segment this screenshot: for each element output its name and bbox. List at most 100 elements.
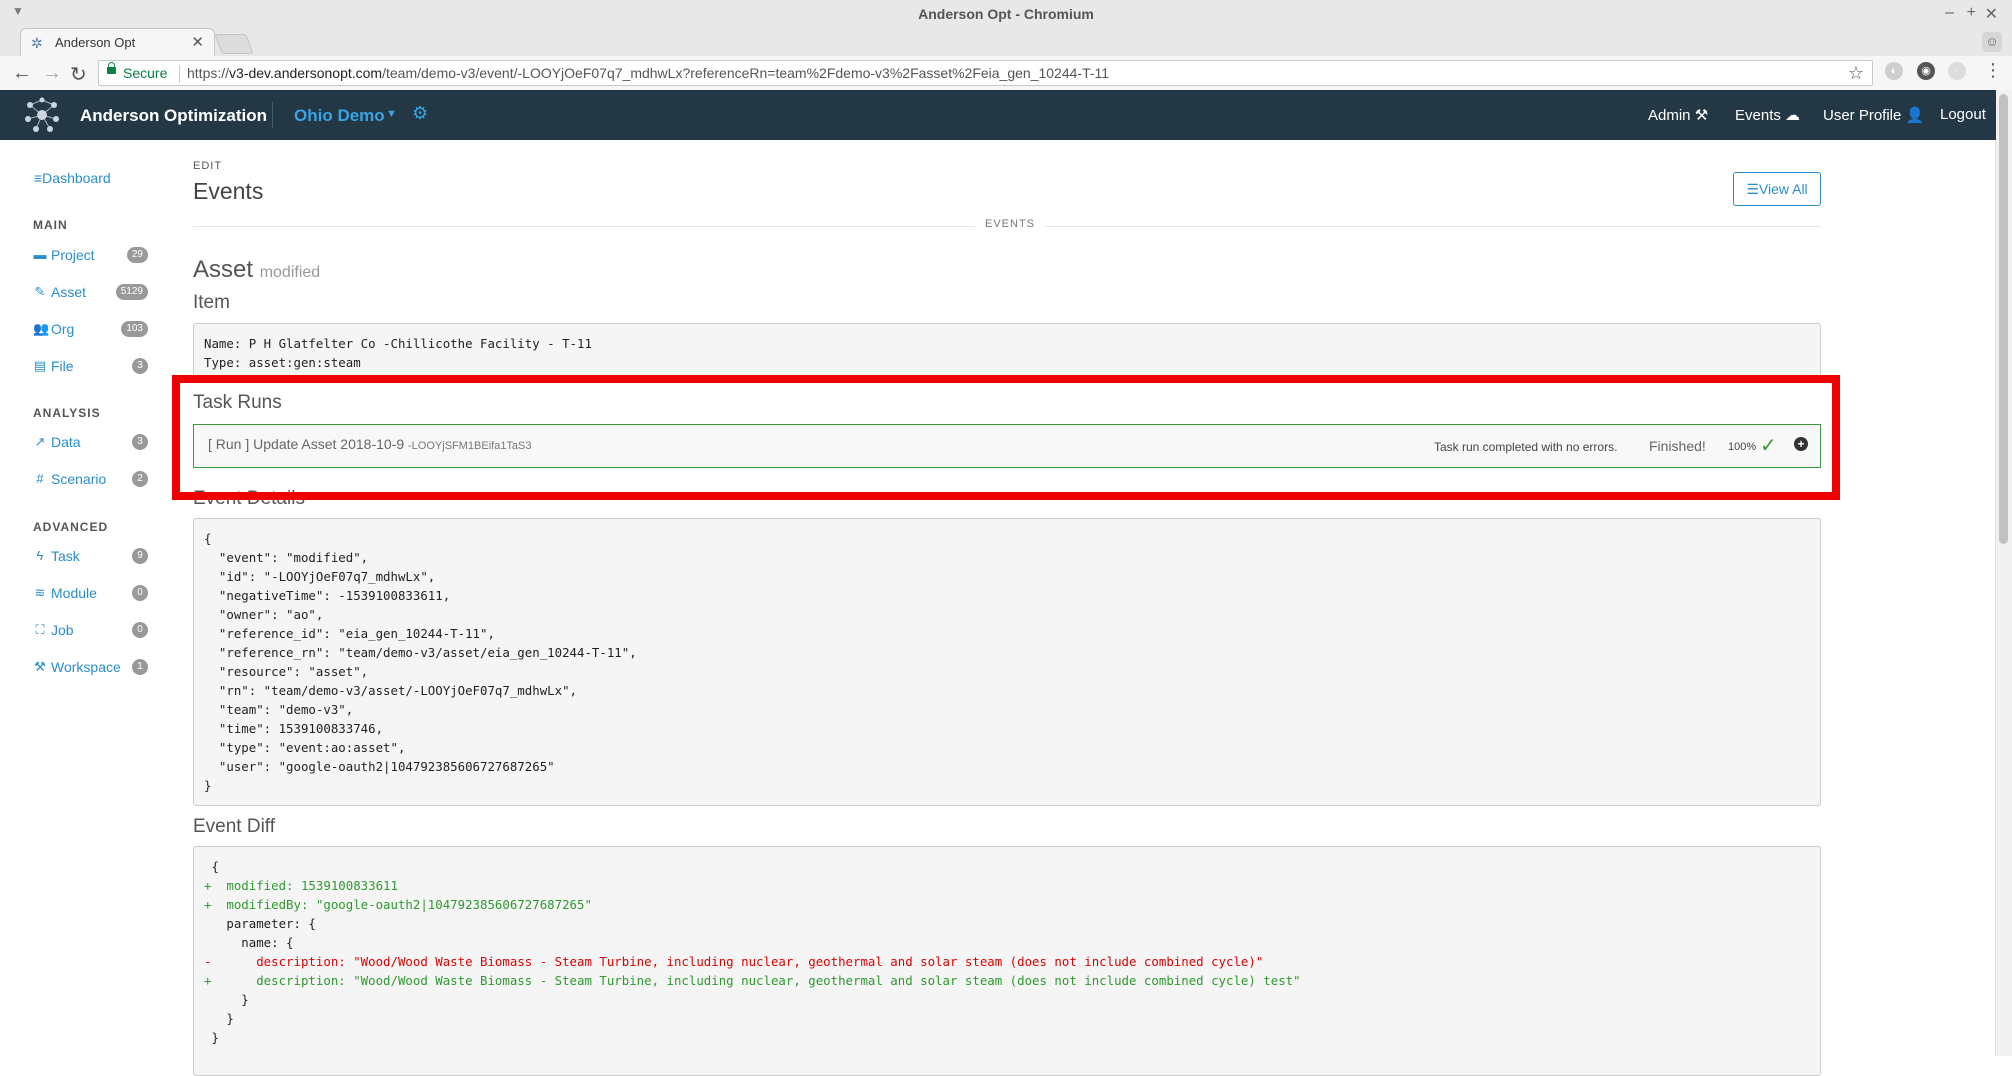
sidebar-item-org[interactable]: 👥 Org 103 [33,320,148,340]
cloud-icon: ☁ [1785,107,1801,124]
sidebar-item-asset[interactable]: ✎ Asset 5129 [33,283,148,303]
nav-events[interactable]: Events ☁ [1735,106,1800,124]
item-line: Type: asset:gen:steam [204,355,361,370]
extension-ublock-icon[interactable]: ◉ [1917,62,1935,80]
grid-icon: # [36,471,44,486]
bookmark-star-icon[interactable]: ☆ [1848,63,1864,84]
sidebar-item-label: Job [51,622,74,638]
json-line: "rn": "team/demo-v3/asset/-LOOYjOeF07q7_… [204,683,577,698]
nav-logout[interactable]: Logout [1940,106,1986,123]
forward-icon[interactable]: → [42,62,62,85]
count-badge: 0 [132,585,148,601]
diff-line: } [204,992,249,1007]
extension-shield-icon[interactable]: ◐ [1885,62,1903,80]
sidebar-item-module[interactable]: ≋ Module 0 [33,584,148,604]
edit-label: EDIT [193,160,223,172]
url-text[interactable]: https://v3-dev.andersonopt.com/team/demo… [187,65,1109,81]
list-icon: ☰ [1746,181,1759,197]
nav-user-profile[interactable]: User Profile 👤 [1823,106,1924,124]
json-line: "owner": "ao", [204,607,324,622]
item-box: Name: P H Glatfelter Co -Chillicothe Fac… [193,323,1821,379]
browser-profile-icon[interactable]: ☺ [1982,32,2002,52]
json-line: } [204,778,212,793]
scrollbar-thumb[interactable] [1999,94,2008,544]
gear-icon[interactable]: ⚙ [412,103,428,124]
sidebar-item-data[interactable]: ↗ Data 3 [33,433,148,453]
event-details-box: { "event": "modified", "id": "-LOOYjOeF0… [193,518,1821,806]
json-line: "event": "modified", [204,550,369,565]
nav-admin-label: Admin [1648,107,1691,124]
nav-admin[interactable]: Admin ⚒ [1648,106,1708,124]
browser-menu-icon[interactable]: ⋮ [1984,60,2002,81]
count-badge: 1 [132,659,148,675]
url-host: v3-dev.andersonopt.com [229,65,383,81]
json-line: "team": "demo-v3", [204,702,354,717]
window-titlebar: ▼ Anderson Opt - Chromium – + ✕ [0,0,2012,29]
address-bar[interactable]: Secure https://v3-dev.andersonopt.com/te… [98,60,1873,86]
json-line: "negativeTime": -1539100833611, [204,588,451,603]
sidebar-item-label: Module [51,585,97,601]
sidebar-item-job[interactable]: ⛶ Job 0 [33,621,148,641]
maximize-icon[interactable]: + [1967,4,1976,22]
view-all-button[interactable]: ☰View All [1733,172,1821,206]
diff-line-added: + modified: 1539100833611 [204,878,398,893]
sidebar-item-scenario[interactable]: # Scenario 2 [33,470,148,490]
count-badge: 9 [132,548,148,564]
browser-toolbar: ← → ↻ Secure https://v3-dev.andersonopt.… [0,56,2012,91]
diff-line: } [204,1011,234,1026]
sidebar-item-label: File [51,358,74,374]
event-diff-box: { + modified: 1539100833611 + modifiedBy… [193,846,1821,1076]
diff-line: name: { [204,935,294,950]
extension-generic-icon[interactable]: · [1948,62,1966,80]
reload-icon[interactable]: ↻ [70,62,87,87]
new-tab-button[interactable] [214,34,254,54]
tab-strip: ✲ Anderson Opt ✕ ☺ [0,28,2012,56]
sidebar-section-main: MAIN [33,218,68,232]
caret-down-icon[interactable]: ▼ [386,108,397,120]
browser-tab[interactable]: ✲ Anderson Opt ✕ [20,28,215,56]
tools-icon: ⚒ [34,659,46,674]
sidebar-dashboard-label: Dashboard [42,170,111,186]
event-diff-title: Event Diff [193,816,276,837]
list-icon: ≡ [34,170,43,186]
count-badge: 29 [126,247,148,263]
team-selector[interactable]: Ohio Demo [294,106,385,126]
chart-line-icon: ↗ [34,434,46,449]
tab-close-icon[interactable]: ✕ [191,33,204,51]
sidebar-dashboard-link[interactable]: ≡Dashboard [34,170,111,186]
page-title: Events [193,178,264,204]
asset-heading-text: Asset [193,256,254,283]
page-scrollbar[interactable] [1995,90,2012,1056]
item-line: Name: P H Glatfelter Co -Chillicothe Fac… [204,336,592,351]
sidebar-item-label: Scenario [51,471,107,487]
sidebar-item-file[interactable]: ▤ File 3 [33,357,148,377]
diff-line-added: + description: "Wood/Wood Waste Biomass … [204,973,1301,988]
url-scheme: https:// [187,65,230,81]
sidebar-item-label: Project [51,247,95,263]
sidebar-item-label: Task [51,548,80,564]
file-icon: ▤ [33,358,47,373]
users-icon: 👥 [33,321,50,336]
diff-line: } [204,1030,219,1045]
sidebar-item-project[interactable]: ▬ Project 29 [33,246,148,266]
sidebar-item-workspace[interactable]: ⚒ Workspace 1 [33,658,148,678]
close-window-icon[interactable]: ✕ [1985,4,1998,24]
sidebar-item-label: Workspace [51,659,121,675]
lock-icon [107,62,116,74]
window-title: Anderson Opt - Chromium [918,6,1094,22]
brand-logo-icon[interactable] [22,97,62,133]
sidebar-item-task[interactable]: ϟ Task 9 [33,547,148,567]
brand-name[interactable]: Anderson Optimization [80,106,267,126]
pencil-icon: ✎ [34,284,46,299]
json-line: "reference_rn": "team/demo-v3/asset/eia_… [204,645,637,660]
sitemap-icon: ⛶ [35,622,45,637]
count-badge: 5129 [115,284,148,300]
asset-heading: Asset modified [193,256,320,284]
back-icon[interactable]: ← [12,62,32,85]
sidebar-section-analysis: ANALYSIS [33,406,101,420]
diff-line: { [204,859,219,874]
json-line: "resource": "asset", [204,664,369,679]
tools-icon: ⚒ [1694,107,1709,124]
minimize-icon[interactable]: – [1945,4,1954,22]
sidebar-item-label: Asset [51,284,87,300]
